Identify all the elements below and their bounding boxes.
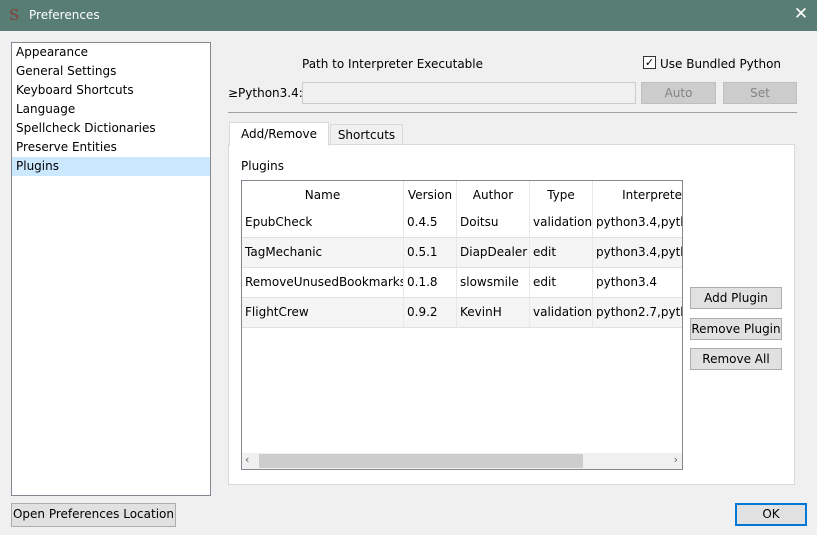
tab-shortcuts[interactable]: Shortcuts bbox=[330, 124, 403, 145]
add-plugin-button[interactable]: Add Plugin bbox=[690, 287, 782, 309]
horizontal-scrollbar[interactable]: ‹ › bbox=[242, 453, 682, 469]
cell-version: 0.1.8 bbox=[404, 268, 457, 298]
tab-add-remove[interactable]: Add/Remove bbox=[229, 122, 329, 146]
auto-button[interactable]: Auto bbox=[641, 82, 716, 104]
remove-all-button[interactable]: Remove All bbox=[690, 348, 782, 370]
table-header: Name Version Author Type Interprete bbox=[242, 181, 682, 211]
sidebar-item-plugins[interactable]: Plugins bbox=[12, 157, 210, 176]
app-logo-icon: S bbox=[9, 6, 20, 24]
cell-version: 0.4.5 bbox=[404, 208, 457, 238]
cell-name: RemoveUnusedBookmarks bbox=[242, 268, 404, 298]
cell-name: TagMechanic bbox=[242, 238, 404, 268]
python-version-label: ≥Python3.4: bbox=[228, 86, 303, 100]
preferences-category-list[interactable]: Appearance General Settings Keyboard Sho… bbox=[11, 42, 211, 496]
sidebar-item-appearance[interactable]: Appearance bbox=[12, 43, 210, 62]
sidebar-item-language[interactable]: Language bbox=[12, 100, 210, 119]
interpreter-path-input[interactable] bbox=[302, 82, 636, 104]
cell-author: slowsmile bbox=[457, 268, 530, 298]
ok-button[interactable]: OK bbox=[735, 503, 807, 526]
cell-author: Doitsu bbox=[457, 208, 530, 238]
plugins-table[interactable]: Name Version Author Type Interprete Epub… bbox=[241, 180, 683, 470]
table-row[interactable]: RemoveUnusedBookmarks 0.1.8 slowsmile edit p… bbox=[242, 268, 682, 298]
scroll-right-icon[interactable]: › bbox=[674, 453, 678, 466]
close-icon[interactable]: ✕ bbox=[791, 4, 811, 24]
cell-author: DiapDealer bbox=[457, 238, 530, 268]
interpreter-path-label: Path to Interpreter Executable bbox=[302, 57, 484, 71]
use-bundled-python-label[interactable]: Use Bundled Python bbox=[660, 57, 781, 71]
column-header-interpreter[interactable]: Interprete bbox=[593, 181, 682, 211]
separator bbox=[228, 112, 797, 113]
column-header-name[interactable]: Name bbox=[242, 181, 404, 211]
remove-plugin-button[interactable]: Remove Plugin bbox=[690, 318, 782, 340]
cell-name: EpubCheck bbox=[242, 208, 404, 238]
table-row[interactable]: FlightCrew 0.9.2 KevinH validation python2.7… bbox=[242, 298, 682, 328]
sidebar-item-preserve-entities[interactable]: Preserve Entities bbox=[12, 138, 210, 157]
cell-type: edit bbox=[530, 238, 593, 268]
cell-interpreter: python2.7,pyth bbox=[596, 305, 682, 319]
cell-interpreter: python3.4,pyth bbox=[596, 245, 682, 259]
cell-interpreter: python3.4,pyth bbox=[596, 215, 682, 229]
sidebar-item-spellcheck-dictionaries[interactable]: Spellcheck Dictionaries bbox=[12, 119, 210, 138]
cell-type: edit bbox=[530, 268, 593, 298]
cell-type: validation bbox=[530, 298, 593, 328]
set-button[interactable]: Set bbox=[723, 82, 797, 104]
plugins-label: Plugins bbox=[241, 159, 284, 173]
use-bundled-python-checkbox[interactable]: ✓ bbox=[643, 56, 656, 69]
table-row[interactable]: EpubCheck 0.4.5 Doitsu validation python3.4,… bbox=[242, 208, 682, 238]
table-row[interactable]: TagMechanic 0.5.1 DiapDealer edit python3.4,… bbox=[242, 238, 682, 268]
column-header-type[interactable]: Type bbox=[530, 181, 593, 211]
window-title: Preferences bbox=[29, 8, 100, 22]
sidebar-item-keyboard-shortcuts[interactable]: Keyboard Shortcuts bbox=[12, 81, 210, 100]
cell-interpreter: python3.4 bbox=[596, 275, 658, 289]
sidebar-item-general-settings[interactable]: General Settings bbox=[12, 62, 210, 81]
cell-version: 0.9.2 bbox=[404, 298, 457, 328]
cell-name: FlightCrew bbox=[242, 298, 404, 328]
scroll-left-icon[interactable]: ‹ bbox=[245, 453, 249, 466]
scrollbar-thumb[interactable] bbox=[259, 454, 583, 468]
cell-author: KevinH bbox=[457, 298, 530, 328]
column-header-author[interactable]: Author bbox=[457, 181, 530, 211]
cell-version: 0.5.1 bbox=[404, 238, 457, 268]
cell-type: validation bbox=[530, 208, 593, 238]
open-preferences-location-button[interactable]: Open Preferences Location bbox=[11, 503, 176, 527]
title-bar: S Preferences ✕ bbox=[0, 0, 817, 31]
column-header-version[interactable]: Version bbox=[404, 181, 457, 211]
